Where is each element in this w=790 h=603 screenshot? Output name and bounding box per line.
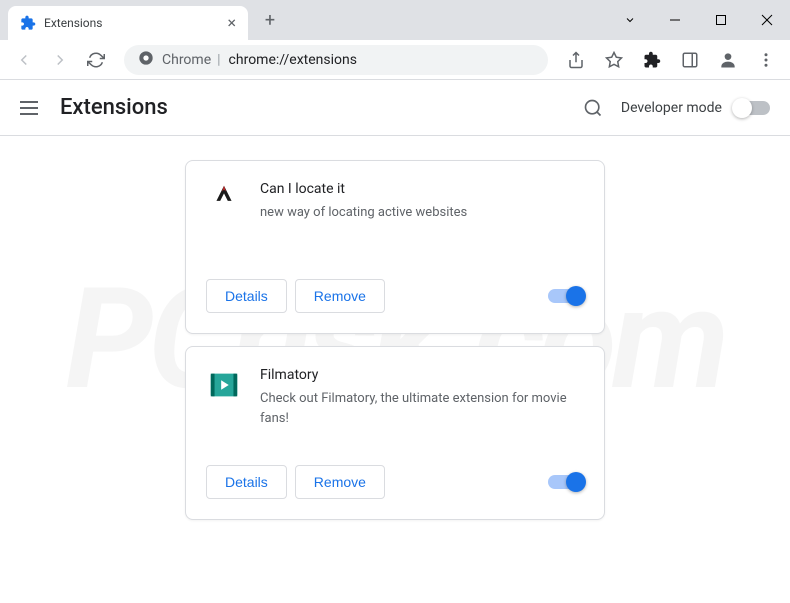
extension-description: new way of locating active websites [260, 203, 584, 223]
search-button[interactable] [581, 96, 605, 120]
extension-name: Filmatory [260, 367, 584, 383]
extension-toggle[interactable] [548, 289, 584, 303]
side-panel-icon[interactable] [674, 44, 706, 76]
extensions-list: Can I locate it new way of locating acti… [0, 136, 790, 544]
developer-mode-toggle[interactable] [734, 101, 770, 115]
extension-description: Check out Filmatory, the ultimate extens… [260, 389, 584, 428]
chrome-logo-icon [138, 50, 154, 70]
profile-icon[interactable] [712, 44, 744, 76]
back-button[interactable] [8, 44, 40, 76]
tab-extensions[interactable]: Extensions × [8, 6, 248, 40]
minimize-button[interactable] [652, 0, 698, 40]
extension-icon [206, 181, 242, 217]
details-button[interactable]: Details [206, 279, 287, 313]
maximize-button[interactable] [698, 0, 744, 40]
remove-button[interactable]: Remove [295, 279, 385, 313]
menu-icon[interactable] [750, 44, 782, 76]
developer-mode-label: Developer mode [621, 100, 722, 116]
toolbar: Chrome | chrome://extensions [0, 40, 790, 80]
extensions-header: Extensions Developer mode [0, 80, 790, 136]
address-bar[interactable]: Chrome | chrome://extensions [124, 45, 548, 75]
details-button[interactable]: Details [206, 465, 287, 499]
tab-title: Extensions [44, 16, 219, 30]
star-icon[interactable] [598, 44, 630, 76]
reload-button[interactable] [80, 44, 112, 76]
forward-button[interactable] [44, 44, 76, 76]
hamburger-menu-button[interactable] [20, 96, 44, 120]
address-origin: Chrome | [162, 52, 221, 68]
page-title: Extensions [60, 95, 565, 120]
close-button[interactable] [744, 0, 790, 40]
extension-name: Can I locate it [260, 181, 584, 197]
address-path: chrome://extensions [229, 52, 357, 68]
extension-card: Filmatory Check out Filmatory, the ultim… [185, 346, 605, 520]
extensions-icon[interactable] [636, 44, 668, 76]
share-icon[interactable] [560, 44, 592, 76]
chevron-down-icon[interactable] [610, 0, 650, 40]
extension-card: Can I locate it new way of locating acti… [185, 160, 605, 334]
extension-toggle[interactable] [548, 475, 584, 489]
puzzle-icon [20, 15, 36, 31]
close-tab-icon[interactable]: × [227, 15, 236, 31]
remove-button[interactable]: Remove [295, 465, 385, 499]
extension-icon [206, 367, 242, 403]
new-tab-button[interactable]: + [256, 6, 284, 34]
